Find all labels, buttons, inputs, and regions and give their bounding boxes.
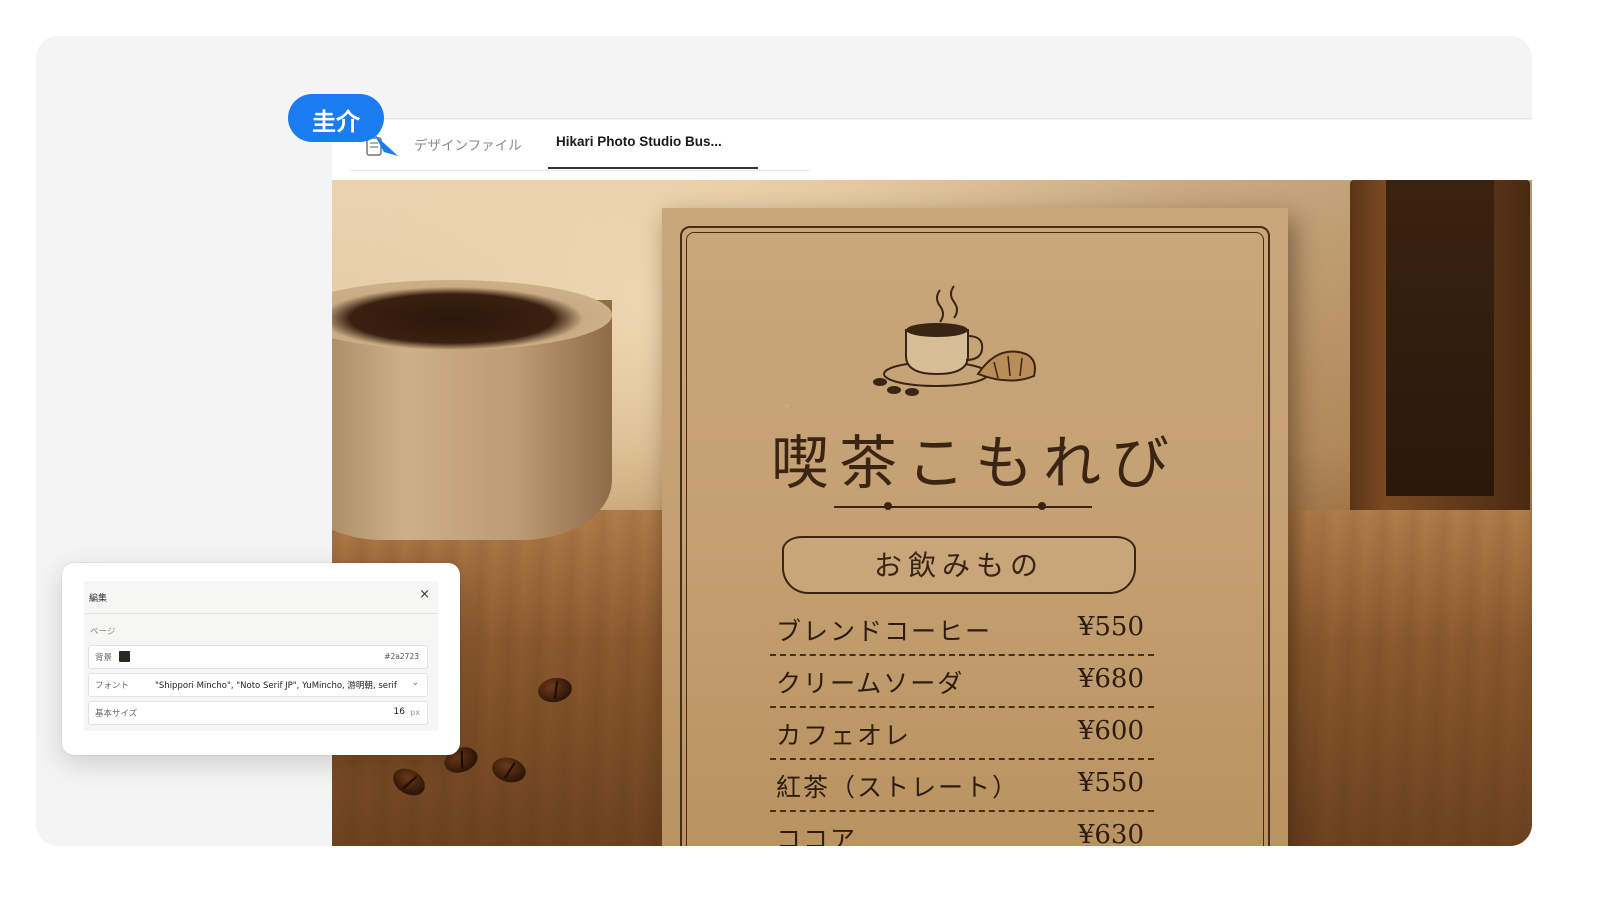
tab-hikari-photo-studio[interactable]: Hikari Photo Studio Bus... xyxy=(556,134,722,149)
base-size-value[interactable]: 16 xyxy=(394,707,405,717)
color-swatch[interactable] xyxy=(119,651,130,662)
coffee-cup-illustration xyxy=(873,285,1036,396)
background-label: 背景 xyxy=(95,653,113,663)
font-label: フォント xyxy=(95,681,130,691)
background-color-field[interactable]: 背景 #2a2723 xyxy=(88,645,428,669)
background-hex-value: #2a2723 xyxy=(384,652,419,661)
collaborator-name-tag: 圭介 xyxy=(288,94,384,142)
menu-item[interactable]: カフェオレ ¥600 xyxy=(770,708,1154,760)
edit-panel-header: 編集 × xyxy=(84,581,438,614)
editor-window: デザインファイル Hikari Photo Studio Bus... 喫茶こも… xyxy=(332,120,1532,846)
menu-item[interactable]: クリームソーダ ¥680 xyxy=(770,656,1154,708)
menu-item[interactable]: ココア ¥630 xyxy=(770,812,1154,846)
base-size-label: 基本サイズ xyxy=(95,709,138,719)
menu-item-price: ¥680 xyxy=(1077,664,1144,694)
menu-item-name: カフェオレ xyxy=(776,721,912,750)
base-size-field[interactable]: 基本サイズ 16 px xyxy=(88,701,428,725)
divider-dot xyxy=(1038,502,1046,510)
collaborator-name: 圭介 xyxy=(312,108,360,136)
title-divider xyxy=(834,506,1092,508)
photo-frame-decoration xyxy=(1350,180,1530,540)
menu-item[interactable]: ブレンドコーヒー ¥550 xyxy=(770,604,1154,656)
menu-item-price: ¥630 xyxy=(1077,820,1144,846)
section-title: お飲みもの xyxy=(873,549,1044,582)
divider-dot xyxy=(884,502,892,510)
menu-item-name: 紅茶（ストレート） xyxy=(776,773,1020,802)
menu-item[interactable]: 紅茶（ストレート） ¥550 xyxy=(770,760,1154,812)
edit-panel-body: 編集 × ページ 背景 #2a2723 フォント "Shippori Minch… xyxy=(84,581,438,731)
font-value: "Shippori Mincho", "Noto Serif JP", YuMi… xyxy=(155,681,397,691)
edit-panel: 編集 × ページ 背景 #2a2723 フォント "Shippori Minch… xyxy=(62,563,460,755)
collaborator-cursor-icon xyxy=(374,134,398,156)
section-ribbon: お飲みもの xyxy=(782,536,1136,594)
font-select[interactable]: フォント "Shippori Mincho", "Noto Serif JP",… xyxy=(88,673,428,697)
top-divider xyxy=(332,118,1532,119)
card-title: 喫茶こもれび xyxy=(770,429,1179,497)
menu-card[interactable]: 喫茶こもれび お飲みもの ブレンドコーヒー ¥550 クリームソーダ ¥680 xyxy=(662,208,1288,846)
tab-bar: デザインファイル Hikari Photo Studio Bus... xyxy=(350,120,810,171)
base-size-unit: px xyxy=(410,708,420,717)
edit-panel-title: 編集 xyxy=(89,594,108,604)
page-section-label: ページ xyxy=(90,627,116,637)
menu-item-name: ブレンドコーヒー xyxy=(776,617,993,646)
menu-item-name: クリームソーダ xyxy=(776,669,965,698)
chevron-down-icon[interactable]: ⌄ xyxy=(411,678,419,688)
active-tab-indicator xyxy=(548,167,758,169)
design-canvas[interactable]: 喫茶こもれび お飲みもの ブレンドコーヒー ¥550 クリームソーダ ¥680 xyxy=(332,180,1532,846)
menu-item-name: ココア xyxy=(776,825,858,846)
menu-item-price: ¥600 xyxy=(1077,716,1144,746)
close-icon[interactable]: × xyxy=(419,587,430,602)
tab-design-file[interactable]: デザインファイル xyxy=(414,134,522,154)
menu-item-price: ¥550 xyxy=(1077,768,1144,798)
menu-list: ブレンドコーヒー ¥550 クリームソーダ ¥680 カフェオレ ¥600 紅茶… xyxy=(770,604,1154,846)
menu-item-price: ¥550 xyxy=(1077,612,1144,642)
